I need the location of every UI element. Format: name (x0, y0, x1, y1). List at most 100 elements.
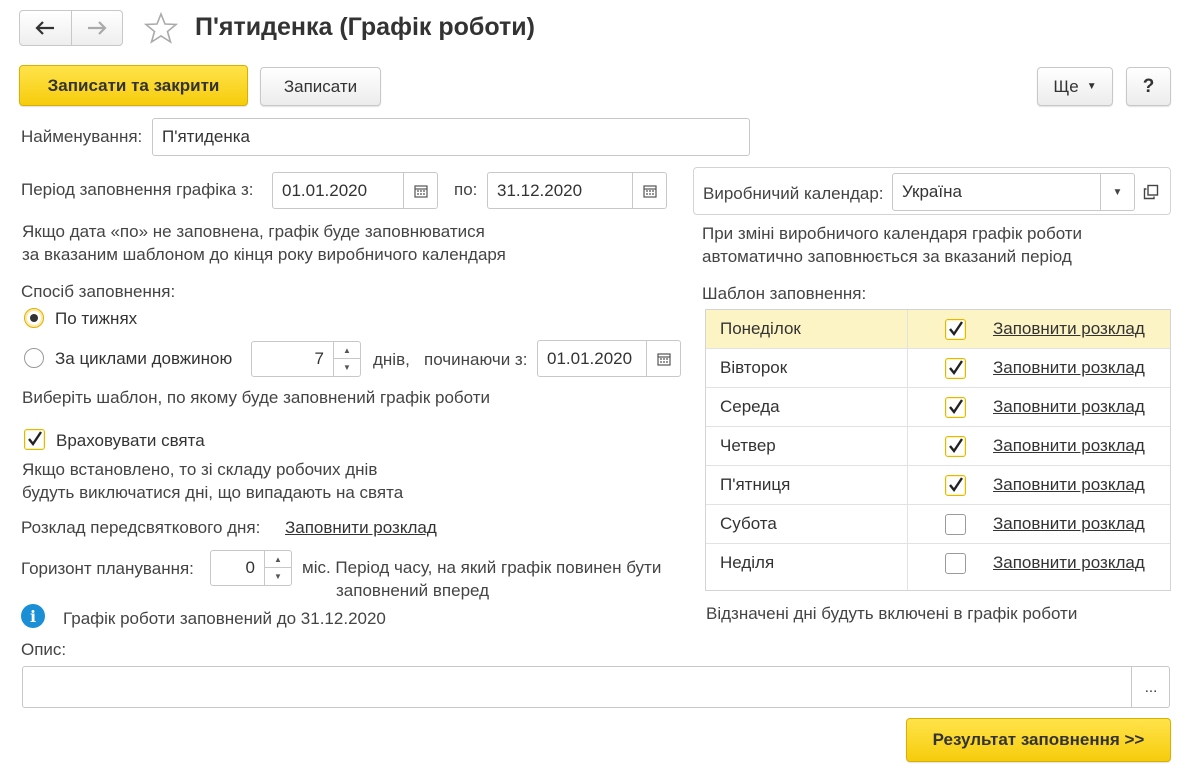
preholiday-fill-link[interactable]: Заповнити розклад (285, 518, 437, 538)
radio-cycles[interactable] (24, 348, 44, 368)
fill-schedule-link[interactable]: Заповнити розклад (993, 319, 1145, 338)
preholiday-label: Розклад передсвяткового дня: (21, 518, 261, 537)
day-checkbox[interactable] (945, 358, 966, 379)
more-button[interactable]: Ще ▼ (1037, 67, 1113, 106)
template-table: Понеділок Заповнити розклад Вівторок Заповн… (705, 309, 1171, 591)
nav-group (19, 10, 123, 46)
fill-schedule-link[interactable]: Заповнити розклад (993, 514, 1145, 533)
table-row[interactable]: Вівторок Заповнити розклад (706, 348, 1170, 388)
radio-weekly-label[interactable]: По тижнях (55, 309, 137, 329)
more-label: Ще (1053, 76, 1079, 96)
starting-date-input[interactable]: 01.01.2020 (537, 340, 681, 377)
fill-schedule-link[interactable]: Заповнити розклад (993, 436, 1145, 455)
radio-weekly[interactable] (24, 308, 44, 328)
calendar-hint-line1: При зміні виробничого календаря графік р… (702, 224, 1083, 243)
template-label: Шаблон заповнення: (702, 284, 867, 303)
period-from-input[interactable]: 01.01.2020 (272, 172, 438, 209)
calendar-label: Виробничий календар: (703, 184, 884, 203)
page-title: П'ятиденка (Графік роботи) (195, 13, 535, 41)
calendar-hint-line2: автоматично заповнюється за вказаний пер… (702, 247, 1072, 266)
spinner: ▲ ▼ (264, 551, 291, 585)
radio-cycles-label[interactable]: За циклами довжиною (55, 349, 232, 369)
day-checkbox[interactable] (945, 553, 966, 574)
checkmark-icon (949, 360, 963, 376)
table-row[interactable]: Понеділок Заповнити розклад (706, 310, 1170, 349)
favorite-star-icon[interactable] (143, 11, 179, 49)
checkmark-icon (949, 399, 963, 415)
description-label: Опис: (21, 640, 67, 659)
period-label: Період заповнення графіка з: (21, 180, 254, 199)
fill-schedule-link[interactable]: Заповнити розклад (993, 553, 1145, 572)
fill-schedule-link[interactable]: Заповнити розклад (993, 397, 1145, 416)
holidays-label[interactable]: Враховувати свята (56, 431, 205, 451)
help-button[interactable]: ? (1126, 67, 1171, 106)
arrow-left-icon (35, 21, 55, 35)
table-row[interactable]: Четвер Заповнити розклад (706, 426, 1170, 466)
starting-date-value: 01.01.2020 (547, 348, 633, 368)
checkmark-icon (949, 321, 963, 337)
day-name: Четвер (720, 436, 776, 455)
spinner: ▲ ▼ (333, 342, 360, 376)
fill-result-button[interactable]: Результат заповнення >> (906, 718, 1171, 762)
calendar-icon[interactable] (632, 173, 666, 208)
horizon-label: Горизонт планування: (21, 559, 194, 578)
back-button[interactable] (20, 11, 72, 45)
checkmark-icon (949, 477, 963, 493)
calendar-select[interactable]: Україна ▼ (892, 173, 1135, 211)
decrement-icon[interactable]: ▼ (265, 568, 291, 585)
period-to-input[interactable]: 31.12.2020 (487, 172, 667, 209)
calendar-value: Україна (902, 182, 962, 201)
table-row[interactable]: Субота Заповнити розклад (706, 504, 1170, 544)
open-copy-icon[interactable] (1143, 184, 1159, 205)
forward-button[interactable] (72, 11, 123, 45)
day-name: Субота (720, 514, 777, 533)
save-and-close-button[interactable]: Записати та закрити (19, 65, 248, 106)
fill-schedule-link[interactable]: Заповнити розклад (993, 358, 1145, 377)
day-name: Середа (720, 397, 780, 416)
table-row[interactable]: П'ятниця Заповнити розклад (706, 465, 1170, 505)
chevron-down-icon: ▼ (1086, 81, 1097, 92)
fill-schedule-link[interactable]: Заповнити розклад (993, 475, 1145, 494)
day-checkbox[interactable] (945, 436, 966, 457)
table-row[interactable]: Неділя Заповнити розклад (706, 543, 1170, 582)
description-input[interactable] (22, 666, 1170, 708)
name-label: Найменування: (21, 127, 143, 146)
horizon-unit-line2: заповнений вперед (336, 581, 490, 600)
column-divider (907, 310, 908, 590)
arrow-right-icon (87, 21, 107, 35)
calendar-icon[interactable] (403, 173, 437, 208)
cycle-length-stepper[interactable]: 7 ▲ ▼ (251, 341, 361, 377)
holidays-checkbox[interactable] (24, 429, 45, 450)
day-checkbox[interactable] (945, 514, 966, 535)
increment-icon[interactable]: ▲ (265, 551, 291, 568)
day-checkbox[interactable] (945, 475, 966, 496)
calendar-icon[interactable] (646, 341, 680, 376)
name-input[interactable]: П'ятиденка (152, 118, 750, 156)
decrement-icon[interactable]: ▼ (334, 359, 360, 376)
day-name: П'ятниця (720, 475, 791, 494)
chevron-down-icon[interactable]: ▼ (1100, 174, 1134, 210)
fill-method-label: Спосіб заповнення: (21, 282, 176, 301)
table-row[interactable]: Середа Заповнити розклад (706, 387, 1170, 427)
day-checkbox[interactable] (945, 397, 966, 418)
period-to-label: по: (454, 180, 478, 199)
day-name: Вівторок (720, 358, 788, 377)
horizon-value: 0 (245, 558, 255, 577)
increment-icon[interactable]: ▲ (334, 342, 360, 359)
day-name: Неділя (720, 553, 775, 572)
days-label: днів, (373, 350, 410, 369)
description-more-button[interactable]: ... (1131, 667, 1170, 707)
period-to-value: 31.12.2020 (497, 180, 583, 200)
period-from-value: 01.01.2020 (282, 180, 368, 200)
horizon-unit-line1: міс. Період часу, на який графік повинен… (302, 558, 662, 577)
template-hint: Відзначені дні будуть включені в графік … (706, 604, 1078, 623)
day-name: Понеділок (720, 319, 801, 338)
horizon-stepper[interactable]: 0 ▲ ▼ (210, 550, 292, 586)
info-icon: i (21, 604, 45, 628)
checkmark-icon (949, 438, 963, 454)
day-checkbox[interactable] (945, 319, 966, 340)
fill-method-hint: Виберіть шаблон, по якому буде заповнени… (22, 388, 490, 407)
save-button[interactable]: Записати (260, 67, 381, 106)
info-text: Графік роботи заповнений до 31.12.2020 (63, 609, 386, 628)
holidays-hint-line1: Якщо встановлено, то зі складу робочих д… (22, 460, 378, 479)
